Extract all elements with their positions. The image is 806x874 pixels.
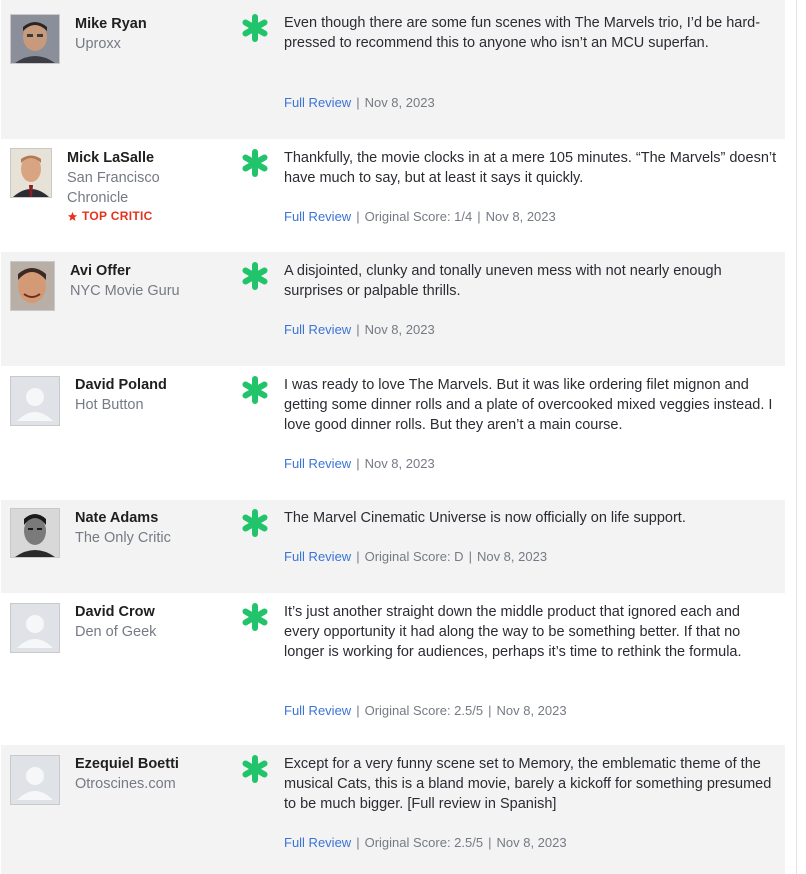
critic-name[interactable]: Ezequiel Boetti xyxy=(75,756,179,772)
review-row: Nate Adams The Only Critic The Marvel Ci… xyxy=(1,500,785,593)
critic-publication[interactable]: NYC Movie Guru xyxy=(70,281,210,301)
review-row: Mick LaSalle San Francisco Chronicle TOP… xyxy=(1,139,785,252)
full-review-link[interactable]: Full Review xyxy=(284,835,351,850)
critic-name[interactable]: David Crow xyxy=(75,604,155,620)
original-score: Original Score: 2.5/5 xyxy=(364,703,484,718)
critic-publication[interactable]: Den of Geek xyxy=(75,622,215,642)
critic-publication[interactable]: Otroscines.com xyxy=(75,774,215,794)
green-splat-icon xyxy=(242,603,268,631)
meta-separator: | xyxy=(488,703,492,718)
meta-separator: | xyxy=(356,549,360,564)
review-meta: Full Review | Original Score: 2.5/5 | Nov 8,… xyxy=(284,703,567,718)
meta-separator: | xyxy=(477,209,481,224)
full-review-link[interactable]: Full Review xyxy=(284,322,351,337)
critic-avatar[interactable] xyxy=(10,376,60,426)
full-review-link[interactable]: Full Review xyxy=(284,456,351,471)
critic-avatar[interactable] xyxy=(10,148,52,198)
meta-separator: | xyxy=(488,835,492,850)
review-quote: I was ready to love The Marvels. But it … xyxy=(284,377,773,433)
green-splat-icon xyxy=(242,262,268,290)
review-row: David Crow Den of Geek It’s just another… xyxy=(1,593,785,745)
meta-separator: | xyxy=(356,95,360,110)
green-splat-icon xyxy=(242,376,268,404)
star-icon xyxy=(67,211,78,221)
review-date: Nov 8, 2023 xyxy=(476,549,548,564)
critic-avatar[interactable] xyxy=(10,508,60,558)
original-score: Original Score: D xyxy=(364,549,464,564)
review-date: Nov 8, 2023 xyxy=(496,703,567,718)
page-right-divider xyxy=(796,0,797,874)
critic-avatar[interactable] xyxy=(10,261,55,311)
critic-name[interactable]: Avi Offer xyxy=(70,263,131,279)
review-quote: A disjointed, clunky and tonally uneven … xyxy=(284,263,722,299)
meta-separator: | xyxy=(356,703,360,718)
full-review-link[interactable]: Full Review xyxy=(284,549,351,564)
review-row: Avi Offer NYC Movie Guru A disjointed, c… xyxy=(1,252,785,366)
original-score: Original Score: 2.5/5 xyxy=(364,835,484,850)
review-meta: Full Review | Nov 8, 2023 xyxy=(284,95,435,110)
review-quote: The Marvel Cinematic Universe is now off… xyxy=(284,510,686,526)
critic-name[interactable]: David Poland xyxy=(75,377,167,393)
green-splat-icon xyxy=(242,14,268,42)
full-review-link[interactable]: Full Review xyxy=(284,95,351,110)
review-quote: Even though there are some fun scenes wi… xyxy=(284,15,761,51)
critic-publication[interactable]: The Only Critic xyxy=(75,528,215,548)
critic-avatar[interactable] xyxy=(10,755,60,805)
review-row: Mike Ryan Uproxx Even though there are s… xyxy=(1,0,785,139)
top-critic-label: TOP CRITIC xyxy=(82,209,153,223)
critic-avatar[interactable] xyxy=(10,14,60,64)
top-critic-badge: TOP CRITIC xyxy=(67,209,153,223)
review-quote: Except for a very funny scene set to Mem… xyxy=(284,756,772,812)
review-meta: Full Review | Original Score: 2.5/5 | Nov 8,… xyxy=(284,835,567,850)
review-meta: Full Review | Original Score: 1/4 | Nov 8, 2… xyxy=(284,209,556,224)
critic-avatar[interactable] xyxy=(10,603,60,653)
review-date: Nov 8, 2023 xyxy=(364,95,435,110)
critic-name[interactable]: Mick LaSalle xyxy=(67,150,154,166)
review-row: Ezequiel Boetti Otroscines.com Except fo… xyxy=(1,745,785,874)
critic-name[interactable]: Nate Adams xyxy=(75,510,158,526)
review-meta: Full Review | Nov 8, 2023 xyxy=(284,456,435,471)
review-quote: Thankfully, the movie clocks in at a mer… xyxy=(284,150,777,186)
meta-separator: | xyxy=(356,456,360,471)
person-placeholder-icon xyxy=(11,604,59,652)
review-quote: It’s just another straight down the midd… xyxy=(284,604,742,660)
critic-publication[interactable]: San Francisco Chronicle xyxy=(67,168,187,208)
review-date: Nov 8, 2023 xyxy=(364,456,435,471)
meta-separator: | xyxy=(356,835,360,850)
meta-separator: | xyxy=(356,209,360,224)
review-date: Nov 8, 2023 xyxy=(485,209,556,224)
critic-name[interactable]: Mike Ryan xyxy=(75,16,147,32)
full-review-link[interactable]: Full Review xyxy=(284,209,351,224)
critic-publication[interactable]: Hot Button xyxy=(75,395,215,415)
green-splat-icon xyxy=(242,509,268,537)
green-splat-icon xyxy=(242,755,268,783)
critic-publication[interactable]: Uproxx xyxy=(75,34,215,54)
full-review-link[interactable]: Full Review xyxy=(284,703,351,718)
review-date: Nov 8, 2023 xyxy=(364,322,435,337)
green-splat-icon xyxy=(242,149,268,177)
person-placeholder-icon xyxy=(11,377,59,425)
review-date: Nov 8, 2023 xyxy=(496,835,567,850)
review-meta: Full Review | Original Score: D | Nov 8, 202… xyxy=(284,549,547,564)
meta-separator: | xyxy=(468,549,472,564)
original-score: Original Score: 1/4 xyxy=(364,209,473,224)
meta-separator: | xyxy=(356,322,360,337)
review-row: David Poland Hot Button I was ready to l… xyxy=(1,366,785,500)
review-meta: Full Review | Nov 8, 2023 xyxy=(284,322,435,337)
person-placeholder-icon xyxy=(11,756,59,804)
